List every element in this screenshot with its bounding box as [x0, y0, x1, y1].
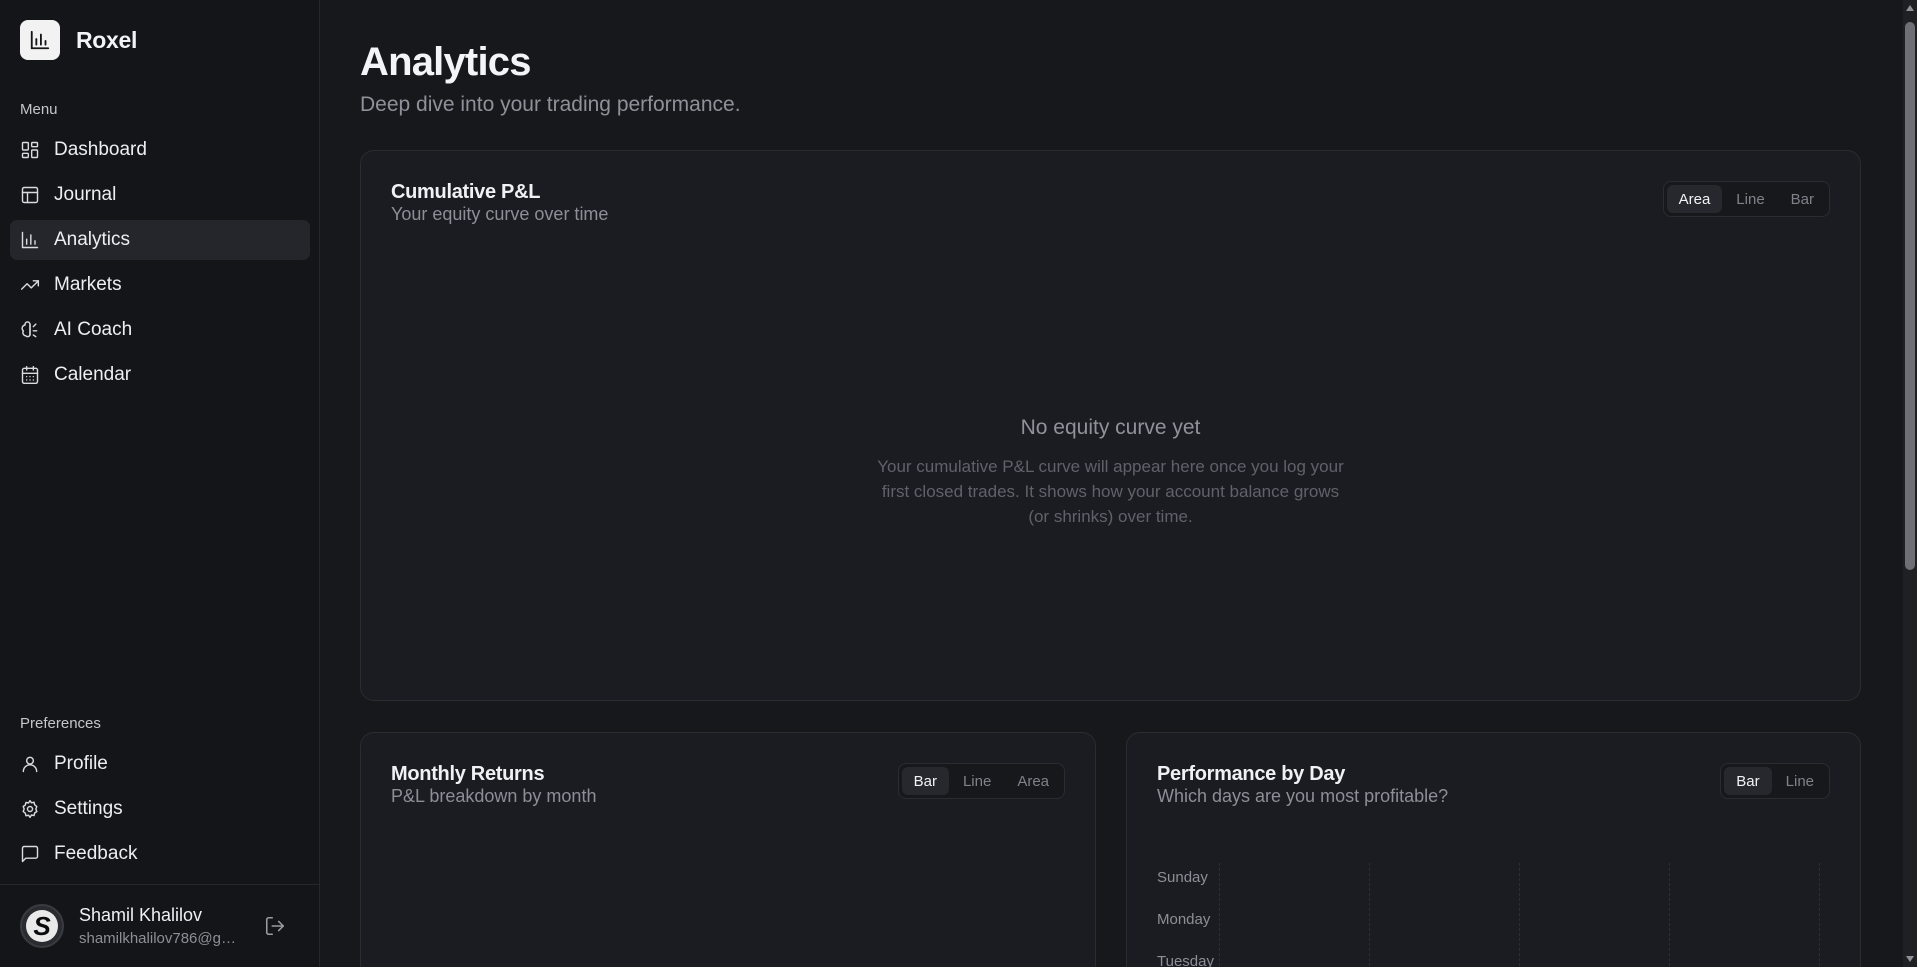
card-subtitle: Which days are you most profitable? [1157, 786, 1449, 806]
sidebar-item-markets[interactable]: Markets [10, 265, 310, 305]
sidebar: Roxel Menu Dashboard Journal Analytics M… [0, 0, 320, 967]
empty-text: Your cumulative P&L curve will appear he… [877, 457, 1344, 526]
trending-up-icon [20, 275, 40, 295]
toggle-area[interactable]: Area [1005, 767, 1061, 795]
message-square-icon [20, 844, 40, 864]
grid-line [1669, 863, 1670, 967]
toggle-bar[interactable]: Bar [1724, 767, 1772, 795]
card-subtitle: Your equity curve over time [391, 204, 609, 224]
sidebar-item-label: Dashboard [54, 139, 147, 160]
gear-icon [20, 799, 40, 819]
chart-type-toggle: Area Line Bar [1662, 181, 1830, 217]
brain-icon [20, 320, 40, 340]
sidebar-item-label: Feedback [54, 843, 138, 864]
monthly-returns-card: Monthly Returns P&L breakdown by month B… [360, 732, 1096, 967]
avatar-letter: S [26, 910, 58, 942]
day-label: Sunday [1157, 869, 1208, 886]
sidebar-item-analytics[interactable]: Analytics [10, 220, 310, 260]
sidebar-item-label: AI Coach [54, 319, 133, 340]
sidebar-item-label: Markets [54, 274, 122, 295]
toggle-bar[interactable]: Bar [1779, 185, 1826, 213]
main-nav: Dashboard Journal Analytics Markets AI C… [10, 130, 310, 400]
bar-chart-logo-icon [20, 20, 60, 60]
logout-icon[interactable] [264, 915, 286, 937]
sidebar-item-label: Analytics [54, 229, 131, 250]
day-axis: Sunday Monday Tuesday [1157, 869, 1214, 967]
performance-by-day-card: Performance by Day Which days are you mo… [1126, 732, 1861, 967]
page-title: Analytics [360, 40, 531, 84]
toggle-line[interactable]: Line [951, 767, 1003, 795]
day-label: Monday [1157, 911, 1211, 928]
sidebar-item-label: Calendar [54, 364, 132, 385]
sidebar-item-dashboard[interactable]: Dashboard [10, 130, 310, 170]
toggle-area[interactable]: Area [1666, 185, 1723, 213]
user-panel: S Shamil Khalilov shamilkhalilov786@gmai… [0, 884, 320, 967]
toggle-bar[interactable]: Bar [901, 767, 949, 795]
card-title: Performance by Day [1157, 763, 1346, 785]
user-icon [20, 754, 40, 774]
brand[interactable]: Roxel [20, 20, 137, 60]
day-label: Tuesday [1157, 953, 1214, 967]
sidebar-item-ai-coach[interactable]: AI Coach [10, 310, 310, 350]
grid-icon [20, 140, 40, 160]
sidebar-item-calendar[interactable]: Calendar [10, 355, 310, 395]
sidebar-item-journal[interactable]: Journal [10, 175, 310, 215]
menu-label: Menu [20, 101, 58, 118]
table-icon [20, 185, 40, 205]
brand-name: Roxel [76, 26, 138, 53]
preferences-nav: Profile Settings Feedback [10, 744, 310, 879]
grid-line [1219, 863, 1220, 967]
user-info: Shamil Khalilov shamilkhalilov786@gmail.… [79, 905, 239, 947]
scroll-up-icon[interactable] [1906, 5, 1914, 11]
sidebar-item-profile[interactable]: Profile [10, 744, 310, 784]
preferences-label: Preferences [20, 715, 101, 732]
card-title: Monthly Returns [391, 763, 545, 785]
grid-line [1369, 863, 1370, 967]
sidebar-item-label: Settings [54, 798, 123, 819]
page-subtitle: Deep dive into your trading performance. [360, 93, 741, 116]
cumulative-pnl-card: Cumulative P&L Your equity curve over ti… [360, 150, 1861, 701]
scroll-thumb[interactable] [1905, 22, 1915, 570]
sidebar-item-settings[interactable]: Settings [10, 789, 310, 829]
card-title: Cumulative P&L [391, 181, 541, 203]
sidebar-item-label: Journal [54, 184, 117, 205]
chart-type-toggle: Bar Line Area [897, 763, 1065, 799]
user-email: shamilkhalilov786@gmail.com [79, 930, 239, 947]
avatar[interactable]: S [20, 904, 64, 948]
sidebar-item-feedback[interactable]: Feedback [10, 834, 310, 874]
scrollbar[interactable] [1903, 0, 1917, 967]
card-subtitle: P&L breakdown by month [391, 786, 597, 806]
toggle-line[interactable]: Line [1774, 767, 1826, 795]
scroll-down-icon[interactable] [1906, 956, 1914, 962]
empty-state: No equity curve yet Your cumulative P&L … [361, 416, 1860, 529]
chart-type-toggle: Bar Line [1720, 763, 1830, 799]
main-content: Analytics Deep dive into your trading pe… [320, 0, 1917, 967]
empty-title: No equity curve yet [1020, 416, 1201, 439]
toggle-line[interactable]: Line [1724, 185, 1776, 213]
calendar-icon [20, 365, 40, 385]
sidebar-item-label: Profile [54, 753, 108, 774]
user-name: Shamil Khalilov [79, 905, 203, 925]
grid-line [1519, 863, 1520, 967]
bar-chart-icon [20, 230, 40, 250]
grid-line [1819, 863, 1820, 967]
